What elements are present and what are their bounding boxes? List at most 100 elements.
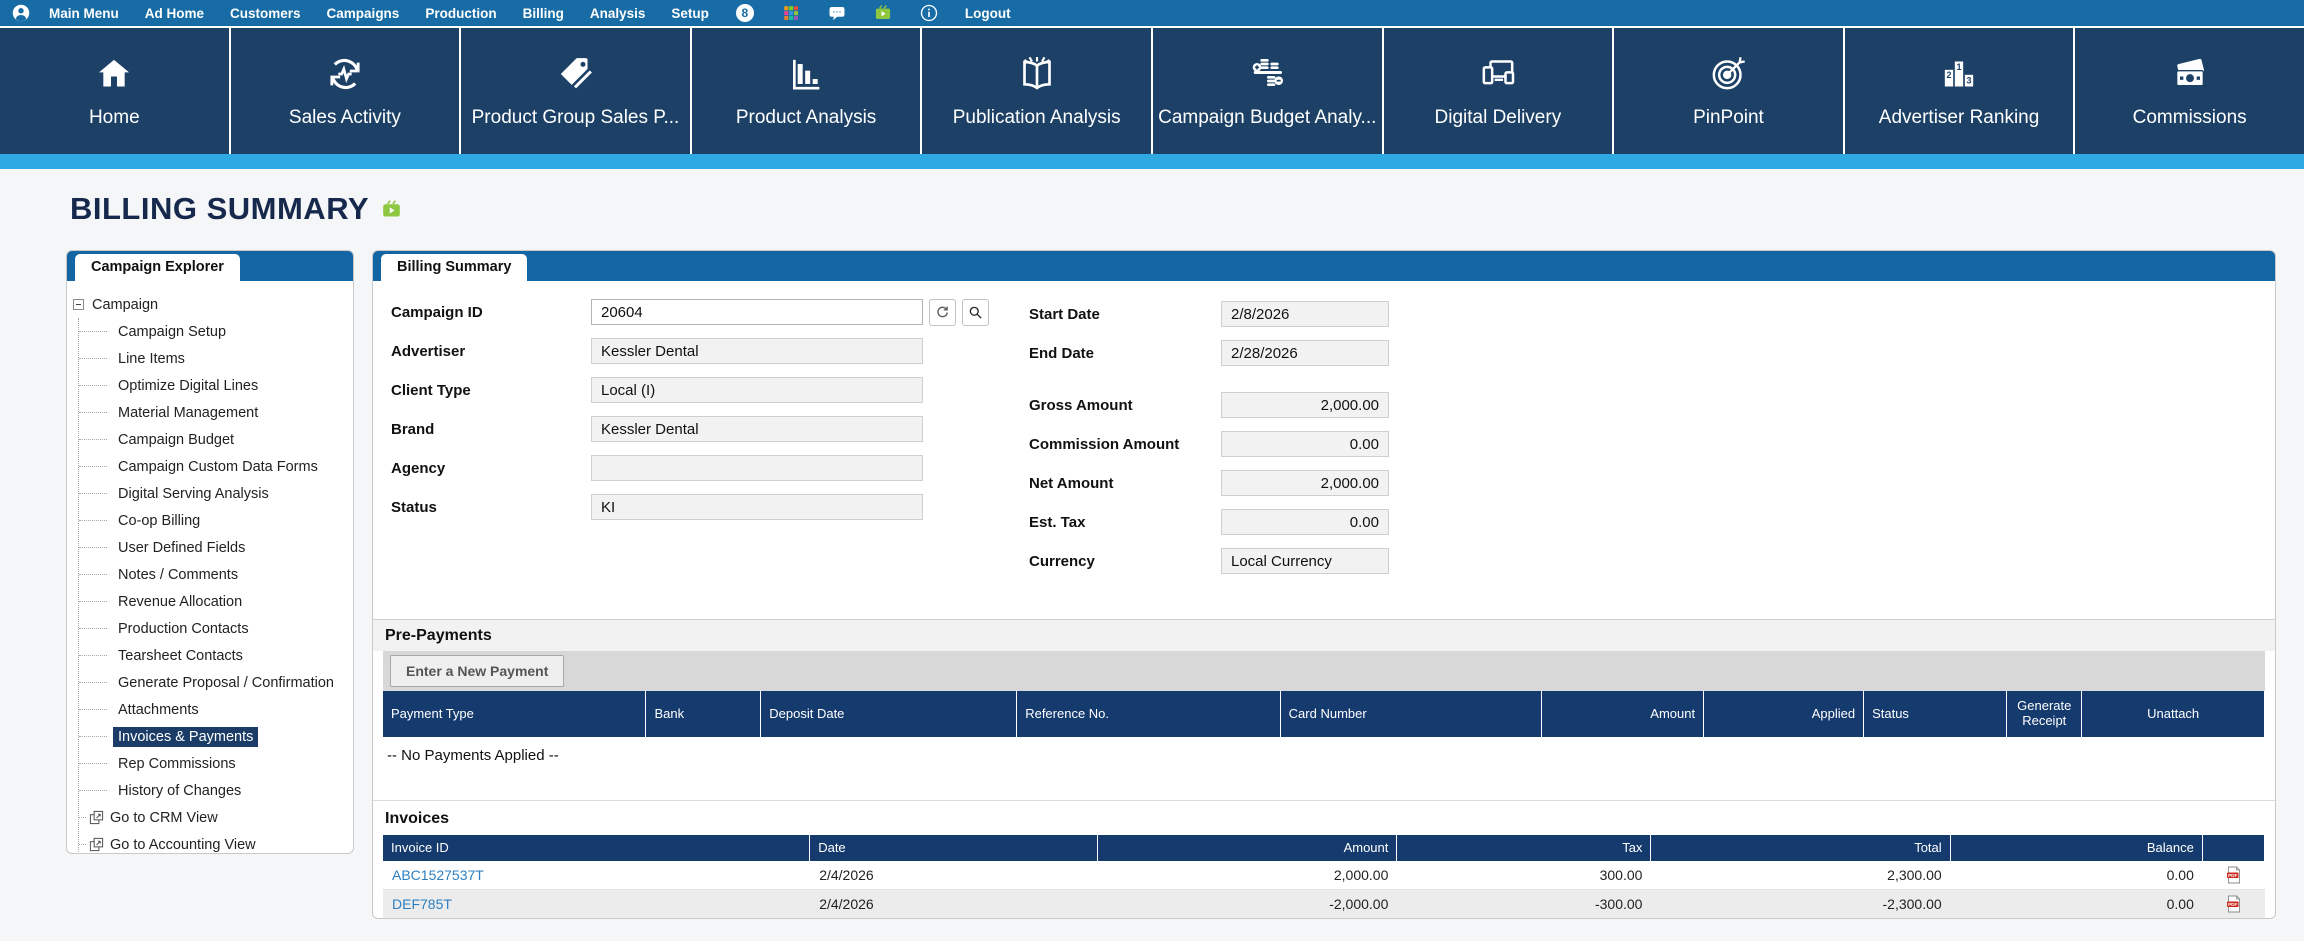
field-row-currency: Currency [1029,548,1389,574]
tree-item-notes-comments[interactable]: Notes / Comments [79,561,349,588]
enter-new-payment-button[interactable]: Enter a New Payment [390,655,564,687]
tree-item-generate-proposal-confirmation[interactable]: Generate Proposal / Confirmation [79,669,349,696]
field-row-client-type: Client Type [391,377,989,403]
tree-root-campaign[interactable]: Campaign [73,291,349,318]
tree-item-history-of-changes[interactable]: History of Changes [79,777,349,804]
field-row-end-date: End Date [1029,340,1389,366]
tree-item-user-defined-fields[interactable]: User Defined Fields [79,534,349,561]
invoice-id-link[interactable]: ABC1527537T [392,867,484,883]
campaign-id-field[interactable] [591,299,923,325]
nav-tile-pinpoint[interactable]: PinPoint [1614,28,1843,154]
nav-tile-campaign-budget-analy[interactable]: Campaign Budget Analy... [1153,28,1382,154]
no-payments-message: -- No Payments Applied -- [373,737,2275,774]
tree-item-rep-commissions[interactable]: Rep Commissions [79,750,349,777]
refresh-button[interactable] [929,299,956,326]
notification-badge[interactable]: 8 [736,4,754,22]
end-date-field [1221,340,1389,366]
field-row-gross-amount: Gross Amount [1029,392,1389,418]
pre-payments-table-header: Payment TypeBankDeposit DateReference No… [383,691,2265,737]
pdf-icon[interactable]: PDF [2226,866,2242,884]
tree-item-label: Optimize Digital Lines [113,376,263,396]
menu-item-main-menu[interactable]: Main Menu [36,6,132,21]
tree-item-label: Attachments [113,700,204,720]
invoice-id-link[interactable]: DEF785T [392,896,452,912]
menu-item-customers[interactable]: Customers [217,6,314,21]
tree-item-tearsheet-contacts[interactable]: Tearsheet Contacts [79,642,349,669]
tree-link-label: Go to Accounting View [110,837,256,853]
tab-billing-summary[interactable]: Billing Summary [381,254,527,281]
nav-tile-advertiser-ranking[interactable]: 123Advertiser Ranking [1845,28,2074,154]
tree-item-invoices-payments[interactable]: Invoices & Payments [79,723,349,750]
column-header-bank: Bank [646,691,761,737]
nav-tile-commissions[interactable]: Commissions [2075,28,2304,154]
apps-grid-icon[interactable] [782,4,800,22]
tree-item-material-management[interactable]: Material Management [79,399,349,426]
field-label: Brand [391,421,591,438]
field-row-status: Status [391,494,989,520]
tree-item-attachments[interactable]: Attachments [79,696,349,723]
net-amount-field [1221,470,1389,496]
tree-item-campaign-setup[interactable]: Campaign Setup [79,318,349,345]
tree-item-campaign-budget[interactable]: Campaign Budget [79,426,349,453]
invoices-table-body: ABC1527537T2/4/20262,000.00300.002,300.0… [383,861,2265,919]
tree-link-go-to-accounting-view[interactable]: Go to Accounting View [79,831,349,854]
field-row-brand: Brand [391,416,989,442]
tree-item-digital-serving-analysis[interactable]: Digital Serving Analysis [79,480,349,507]
menu-item-production[interactable]: Production [412,6,509,21]
tab-campaign-explorer[interactable]: Campaign Explorer [75,254,240,281]
tree-root-label: Campaign [92,297,158,313]
tree-item-revenue-allocation[interactable]: Revenue Allocation [79,588,349,615]
invoice-cell-balance: 0.00 [1951,867,2203,883]
invoice-cell-amount: -2,000.00 [1098,896,1397,912]
menu-item-setup[interactable]: Setup [658,6,722,21]
field-label: Status [391,499,591,516]
tile-label: Publication Analysis [953,107,1121,129]
external-link-icon [89,810,104,825]
invoice-cell-balance: 0.00 [1951,896,2203,912]
svg-text:PDF: PDF [2228,873,2237,878]
title-row: BILLING SUMMARY [0,169,2304,227]
info-icon[interactable] [920,4,938,22]
tree-item-optimize-digital-lines[interactable]: Optimize Digital Lines [79,372,349,399]
chat-icon[interactable] [828,4,846,22]
tree-item-label: Notes / Comments [113,565,243,585]
tree-item-production-contacts[interactable]: Production Contacts [79,615,349,642]
invoice-cell-total: 2,300.00 [1651,867,1950,883]
tree-item-label: Campaign Setup [113,322,231,342]
nav-tile-sales-activity[interactable]: Sales Activity [231,28,460,154]
menu-item-campaigns[interactable]: Campaigns [314,6,413,21]
nav-tile-product-analysis[interactable]: Product Analysis [692,28,921,154]
invoice-row: DEF785T2/4/2026-2,000.00-300.00-2,300.00… [383,890,2265,919]
nav-tile-publication-analysis[interactable]: Publication Analysis [922,28,1151,154]
tree-link-go-to-crm-view[interactable]: Go to CRM View [79,804,349,831]
column-header-total: Total [1651,835,1950,861]
menu-item-ad-home[interactable]: Ad Home [132,6,217,21]
column-header-generate-receipt: Generate Receipt [2007,691,2082,737]
search-button[interactable] [962,299,989,326]
tile-label: Campaign Budget Analy... [1158,107,1376,129]
nav-tile-product-group-sales-p[interactable]: Product Group Sales P... [461,28,690,154]
field-row-net-amount: Net Amount [1029,470,1389,496]
tree-item-line-items[interactable]: Line Items [79,345,349,372]
user-icon[interactable] [12,4,30,22]
pdf-icon[interactable]: PDF [2226,895,2242,913]
menu-item-billing[interactable]: Billing [510,6,577,21]
menu-item-analysis[interactable]: Analysis [577,6,659,21]
nav-tile-digital-delivery[interactable]: Digital Delivery [1384,28,1613,154]
field-label: Net Amount [1029,475,1221,492]
nav-tile-home[interactable]: Home [0,28,229,154]
tree-item-co-op-billing[interactable]: Co-op Billing [79,507,349,534]
video-tutorial-icon[interactable] [874,4,892,22]
status-field [591,494,923,520]
home-icon [94,54,134,94]
video-help-icon[interactable] [381,199,402,220]
column-header-tax: Tax [1397,835,1651,861]
tree-item-campaign-custom-data-forms[interactable]: Campaign Custom Data Forms [79,453,349,480]
logout-button[interactable]: Logout [952,6,1024,21]
tree-branches: Campaign Setup Line Items Optimize Digital… [78,318,349,854]
invoice-cell-date: 2/4/2026 [810,867,1098,883]
tree-item-label: Generate Proposal / Confirmation [113,673,339,693]
collapse-icon[interactable] [73,299,84,310]
gross-amount-field [1221,392,1389,418]
field-label: Currency [1029,553,1221,570]
